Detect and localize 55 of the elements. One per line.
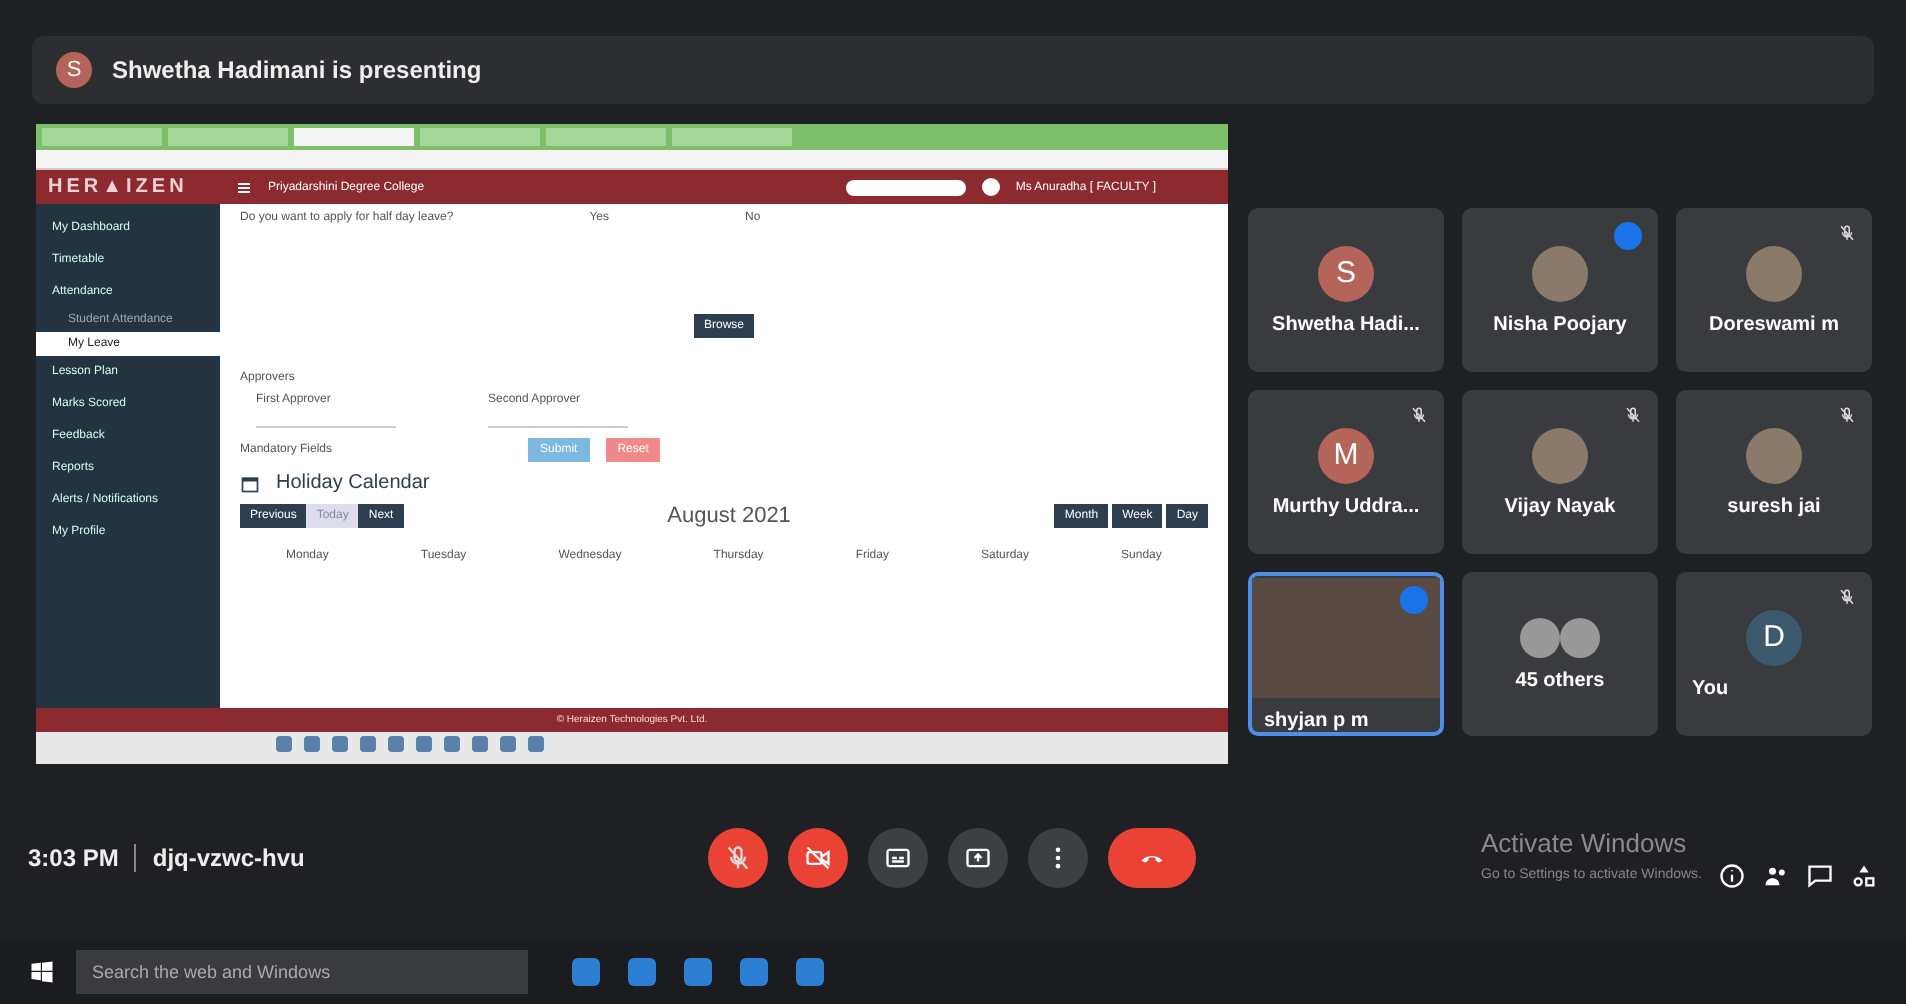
mic-off-icon <box>724 844 752 872</box>
presenter-text: Shwetha Hadimani is presenting <box>112 56 482 84</box>
calendar-title: Holiday Calendar <box>276 472 430 494</box>
participant-name: You <box>1692 677 1729 699</box>
present-button[interactable] <box>948 828 1008 888</box>
avatar-photo-placeholder <box>1746 427 1802 483</box>
camera-off-icon <box>804 844 832 872</box>
menu-icon[interactable] <box>236 179 252 195</box>
activation-watermark-title: Activate Windows <box>1481 827 1689 857</box>
avatar-photo-placeholder <box>1560 617 1600 657</box>
camera-button[interactable] <box>788 828 848 888</box>
info-icon[interactable] <box>1718 861 1746 889</box>
logo: HER▲IZEN <box>48 176 190 198</box>
participant-name: Vijay Nayak <box>1504 495 1616 517</box>
chat-icon[interactable] <box>1806 861 1834 889</box>
meeting-code: djq-vzwc-hvu <box>152 844 305 872</box>
taskbar-search-field[interactable]: Search the web and Windows <box>76 950 528 994</box>
calendar-icon <box>240 473 260 493</box>
participant-name: 45 others <box>1515 669 1605 691</box>
activities-icon[interactable] <box>1850 861 1878 889</box>
participant-tile[interactable]: D You <box>1676 572 1872 736</box>
participant-name: Doreswami m <box>1708 313 1840 335</box>
participant-tile[interactable]: shyjan p m <box>1248 572 1444 736</box>
participant-tile[interactable]: M Murthy Uddra... <box>1248 390 1444 554</box>
windows-start-icon[interactable] <box>28 958 56 986</box>
mic-button[interactable] <box>708 828 768 888</box>
captions-icon <box>884 844 912 872</box>
present-screen-icon <box>964 844 992 872</box>
participant-name: shyjan p m <box>1264 709 1369 731</box>
participant-tile[interactable]: suresh jai <box>1676 390 1872 554</box>
avatar-photo-placeholder <box>1532 427 1588 483</box>
participant-tile[interactable]: Nisha Poojary <box>1462 208 1658 372</box>
more-button[interactable] <box>1028 828 1088 888</box>
participant-name: Nisha Poojary <box>1493 313 1627 335</box>
avatar-photo-placeholder <box>1746 245 1802 301</box>
captions-button[interactable] <box>868 828 928 888</box>
hang-up-button[interactable] <box>1108 828 1196 888</box>
avatar-photo-placeholder <box>1532 245 1588 301</box>
participant-name: Murthy Uddra... <box>1272 495 1420 517</box>
participant-tile[interactable]: Vijay Nayak <box>1462 390 1658 554</box>
address-bar[interactable] <box>36 150 1228 170</box>
avatar: M <box>1318 427 1374 483</box>
meeting-time: 3:03 PM <box>28 844 119 872</box>
participant-tile[interactable]: S Shwetha Hadi... <box>1248 208 1444 372</box>
search-field[interactable] <box>845 179 966 195</box>
user-avatar <box>981 178 1000 196</box>
participant-name: suresh jai <box>1727 495 1821 517</box>
participant-tile[interactable]: 45 others <box>1462 572 1658 736</box>
calendar-month: August 2021 <box>667 504 791 528</box>
participant-name: Shwetha Hadi... <box>1272 313 1420 335</box>
avatar: S <box>1318 245 1374 301</box>
avatar: D <box>1746 609 1802 665</box>
presenter-avatar: S <box>56 52 92 88</box>
avatar-photo-placeholder <box>1520 617 1560 657</box>
participant-tile[interactable]: Doreswami m <box>1676 208 1872 372</box>
